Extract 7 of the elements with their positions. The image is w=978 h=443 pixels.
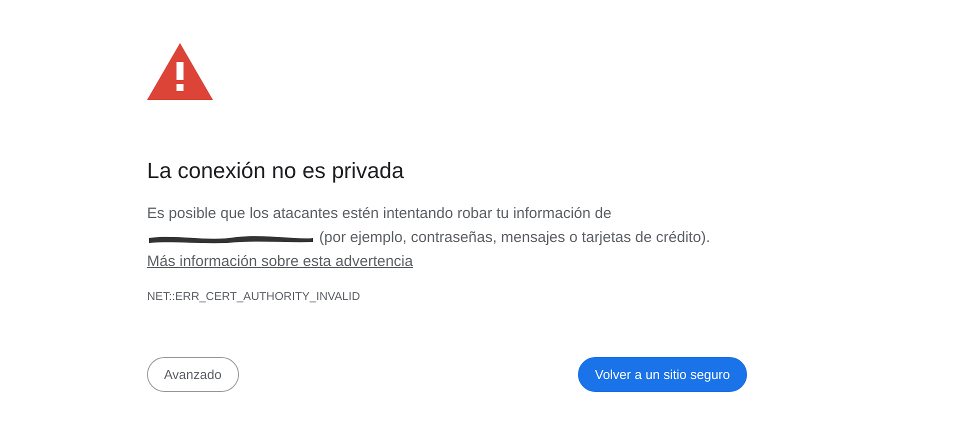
advanced-button[interactable]: Avanzado: [147, 357, 239, 392]
more-info-link[interactable]: Más información sobre esta advertencia: [147, 253, 413, 270]
back-to-safety-button[interactable]: Volver a un sitio seguro: [578, 357, 747, 392]
error-code: NET::ERR_CERT_AUTHORITY_INVALID: [147, 291, 360, 303]
warning-message: Es posible que los atacantes estén intentando robar tu información de (por ejemplo, contraseñas, mensajes o tarjetas de crédito). Más información sobre esta advertencia: [147, 204, 712, 272]
warning-icon: [147, 43, 213, 100]
page-heading: La conexión no es privada: [147, 158, 405, 184]
